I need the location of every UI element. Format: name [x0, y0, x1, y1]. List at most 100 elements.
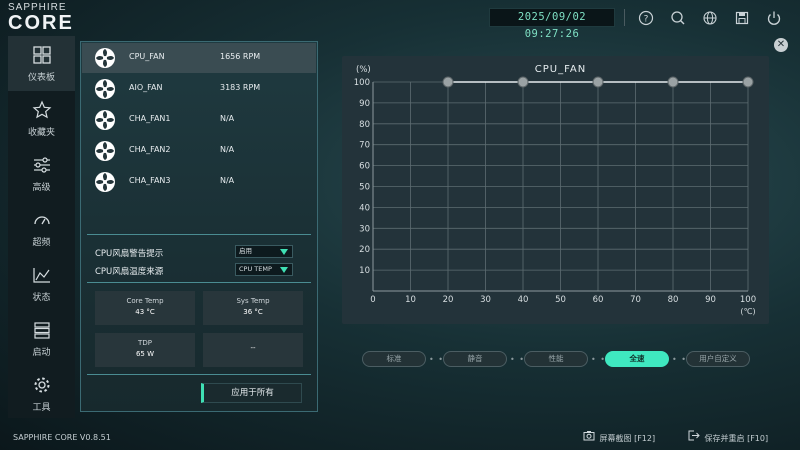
- save-restart-label: 保存并重启 [F10]: [704, 434, 769, 443]
- fan-icon: [94, 109, 116, 131]
- fan-row-aio[interactable]: AIO_FAN 3183 RPM: [82, 74, 316, 104]
- fan-row-cpu[interactable]: CPU_FAN 1656 RPM: [82, 43, 316, 73]
- fan-speed: N/A: [220, 145, 235, 154]
- card-value: 65 W: [135, 350, 155, 358]
- fan-temp-source-select[interactable]: CPU TEMP: [235, 263, 293, 276]
- sidebar-item-label: 仪表板: [27, 73, 55, 83]
- sidebar-item-label: 收藏夹: [27, 128, 55, 138]
- globe-icon[interactable]: [700, 8, 720, 28]
- fan-icon: [94, 78, 116, 100]
- power-icon[interactable]: [764, 8, 784, 28]
- top-bar: SAPPHIRE CORE 2025/09/02 09:27:26 ?: [0, 0, 800, 40]
- screenshot-button[interactable]: 屏幕截图 [F12]: [583, 430, 655, 444]
- fan-speed: N/A: [220, 176, 235, 185]
- card-title: Core Temp: [126, 297, 164, 305]
- sidebar-item-label: 状态: [32, 293, 51, 303]
- preset-custom-button[interactable]: 用户自定义: [686, 351, 750, 367]
- x-tick-label: 30: [480, 295, 491, 305]
- sidebar-item-favorites[interactable]: 收藏夹: [8, 91, 75, 146]
- close-icon[interactable]: ✕: [774, 38, 788, 52]
- core-temp-card: Core Temp 43 °C: [95, 291, 195, 325]
- card-title: TDP: [138, 339, 152, 347]
- preset-connector: • •: [510, 355, 525, 364]
- y-tick-label: 70: [359, 141, 370, 151]
- fan-icon: [94, 171, 116, 193]
- app-logo: SAPPHIRE CORE: [8, 3, 74, 34]
- screenshot-label: 屏幕截图 [F12]: [599, 434, 656, 443]
- y-tick-label: 80: [359, 120, 370, 130]
- fan-name: CHA_FAN1: [129, 114, 171, 123]
- sidebar-item-label: 启动: [32, 348, 51, 358]
- divider: [624, 9, 625, 26]
- x-tick-label: 60: [593, 295, 604, 305]
- fan-speed: N/A: [220, 114, 235, 123]
- x-tick-label: 70: [630, 295, 641, 305]
- apply-to-all-button[interactable]: 应用于所有: [201, 383, 302, 403]
- x-tick-label: 10: [405, 295, 416, 305]
- divider: [87, 234, 311, 235]
- fan-speed: 1656 RPM: [220, 52, 261, 61]
- fan-temp-source-label: CPU风扇温度来源: [95, 267, 164, 277]
- x-tick-label: 100: [740, 295, 756, 305]
- fan-row-cha1[interactable]: CHA_FAN1 N/A: [82, 105, 316, 135]
- dashboard-icon: [8, 45, 75, 67]
- fan-curve-chart[interactable]: 0 10 20 30 40 50 60 70 80 90 100 10 20 30 40 50 60 70 80 90…: [342, 56, 769, 324]
- sliders-icon: [8, 155, 75, 177]
- sidebar-item-tools[interactable]: 工具: [8, 366, 75, 421]
- curve-point[interactable]: [667, 76, 679, 88]
- y-tick-label: 60: [359, 162, 370, 172]
- y-tick-label: 20: [359, 245, 370, 255]
- sidebar-item-status[interactable]: 状态: [8, 256, 75, 311]
- preset-connector: • •: [672, 355, 687, 364]
- fan-warning-label: CPU风扇警告提示: [95, 249, 164, 259]
- fan-row-cha2[interactable]: CHA_FAN2 N/A: [82, 136, 316, 166]
- sidebar-item-advanced[interactable]: 高级: [8, 146, 75, 201]
- dropdown-arrow-icon: [280, 249, 288, 255]
- x-tick-label: 20: [443, 295, 454, 305]
- save-icon[interactable]: [732, 8, 752, 28]
- empty-card: --: [203, 333, 303, 367]
- version-text: SAPPHIRE CORE V0.8.51: [13, 433, 111, 442]
- fan-panel: CPU_FAN 1656 RPM AIO_FAN 3183 RPM CHA_FA…: [80, 41, 318, 412]
- fan-warning-value: 启用: [239, 247, 252, 255]
- chart-title: CPU_FAN: [535, 64, 587, 75]
- curve-point[interactable]: [592, 76, 604, 88]
- sidebar-item-dashboard[interactable]: 仪表板: [8, 36, 75, 91]
- fan-curve-svg[interactable]: 0 10 20 30 40 50 60 70 80 90 100 10 20 30 40 50 60 70 80 90…: [342, 56, 769, 324]
- preset-silent-button[interactable]: 静音: [443, 351, 507, 367]
- logo-main-text: CORE: [8, 12, 74, 34]
- sidebar-item-boot[interactable]: 启动: [8, 311, 75, 366]
- preset-performance-button[interactable]: 性能: [524, 351, 588, 367]
- x-tick-label: 90: [705, 295, 716, 305]
- sidebar-item-overclock[interactable]: 超频: [8, 201, 75, 256]
- search-icon[interactable]: [668, 8, 688, 28]
- preset-standard-button[interactable]: 标准: [362, 351, 426, 367]
- x-tick-label: 0: [370, 295, 375, 305]
- sidebar-item-label: 高级: [32, 183, 51, 193]
- fan-warning-select[interactable]: 启用: [235, 245, 293, 258]
- star-icon: [8, 100, 75, 122]
- tdp-card: TDP 65 W: [95, 333, 195, 367]
- curve-point[interactable]: [742, 76, 754, 88]
- y-tick-label: 10: [359, 266, 370, 276]
- sidebar-item-label: 工具: [32, 403, 51, 413]
- preset-connector: • •: [429, 355, 444, 364]
- curve-point[interactable]: [517, 76, 529, 88]
- sys-temp-card: Sys Temp 36 °C: [203, 291, 303, 325]
- x-tick-label: 80: [668, 295, 679, 305]
- y-tick-label: 90: [359, 99, 370, 109]
- fan-row-cha3[interactable]: CHA_FAN3 N/A: [82, 167, 316, 197]
- preset-fullspeed-button[interactable]: 全速: [605, 351, 669, 367]
- dropdown-arrow-icon: [280, 267, 288, 273]
- gear-icon: [8, 375, 75, 397]
- divider: [87, 282, 311, 283]
- fan-name: AIO_FAN: [129, 83, 163, 92]
- x-axis-label: (℃): [740, 307, 755, 316]
- curve-point[interactable]: [442, 76, 454, 88]
- divider: [87, 374, 311, 375]
- save-restart-button[interactable]: 保存并重启 [F10]: [688, 430, 768, 444]
- help-icon[interactable]: ?: [636, 8, 656, 28]
- preset-connector: • •: [591, 355, 606, 364]
- y-tick-label: 100: [354, 78, 370, 88]
- y-axis-label: (%): [356, 65, 371, 75]
